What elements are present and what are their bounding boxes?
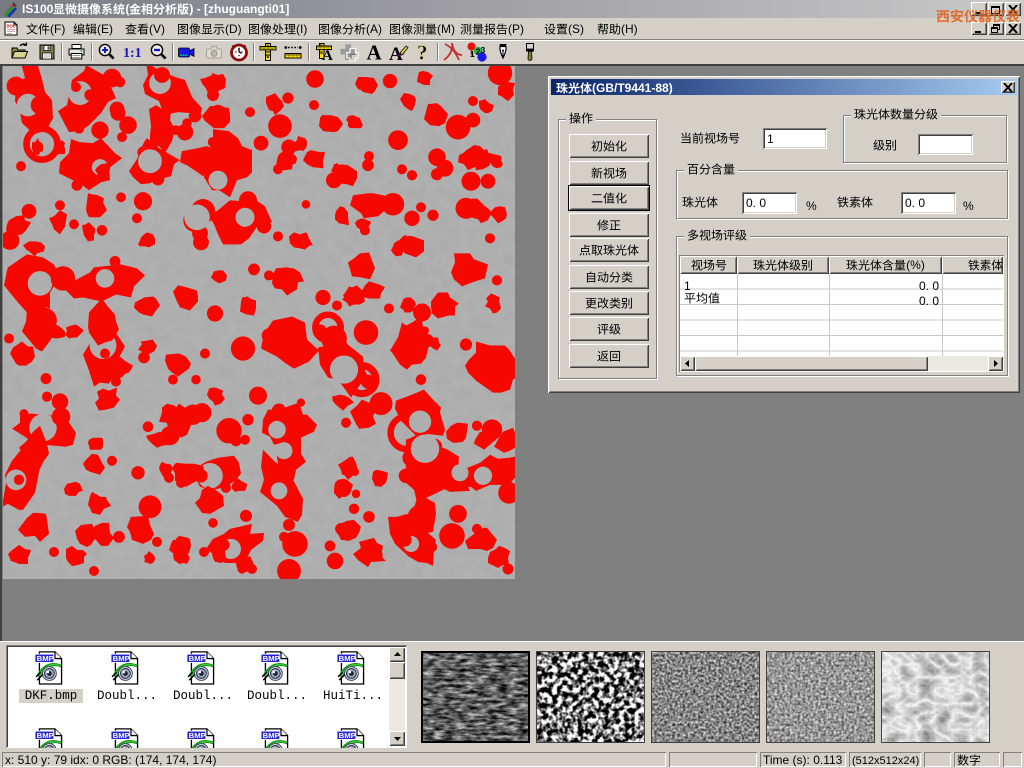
svg-text:1:1: 1:1 <box>123 46 142 61</box>
svg-text:BMP: BMP <box>339 731 356 740</box>
svg-text:BMP: BMP <box>263 731 280 740</box>
svg-text:?: ? <box>417 42 428 62</box>
svg-text:BMP: BMP <box>189 731 206 740</box>
svg-text:BMP: BMP <box>189 654 206 663</box>
svg-text:DOC: DOC <box>7 24 16 29</box>
svg-text:BMP: BMP <box>339 654 356 663</box>
svg-text:BMP: BMP <box>37 654 54 663</box>
svg-text:A: A <box>367 42 383 62</box>
svg-text:E: E <box>267 54 270 60</box>
svg-text:BMP: BMP <box>37 731 54 740</box>
svg-text:BMP: BMP <box>113 731 130 740</box>
svg-text:3: 3 <box>481 45 486 55</box>
svg-text:BMP: BMP <box>263 654 280 663</box>
svg-text:A: A <box>322 48 333 62</box>
svg-text:BMP: BMP <box>113 654 130 663</box>
